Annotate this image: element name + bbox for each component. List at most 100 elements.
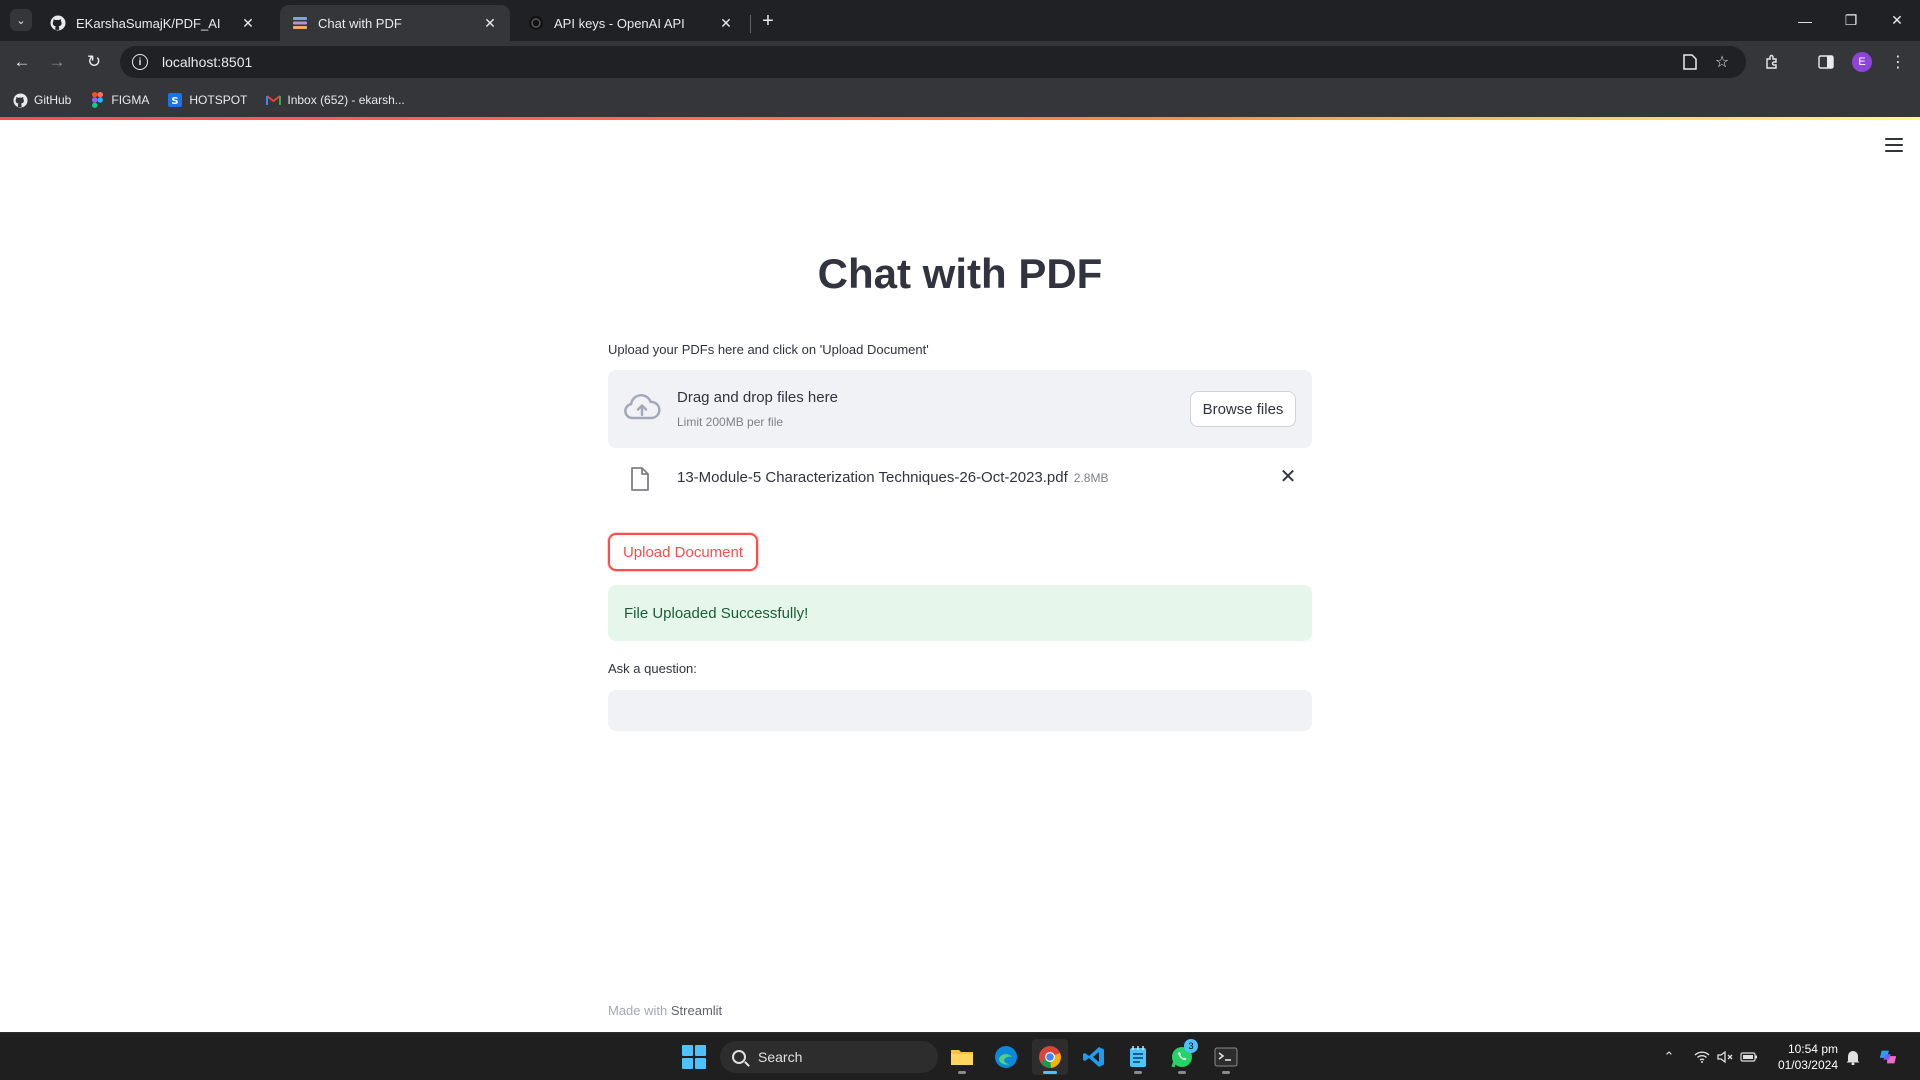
tab-title: API keys - OpenAI API bbox=[554, 15, 685, 31]
info-icon[interactable]: i bbox=[132, 54, 148, 70]
uploaded-file-row: 13-Module-5 Characterization Techniques-… bbox=[608, 458, 1312, 498]
github-icon bbox=[50, 15, 66, 31]
close-icon[interactable]: ✕ bbox=[718, 15, 734, 31]
browse-files-button[interactable]: Browse files bbox=[1190, 391, 1296, 427]
running-indicator bbox=[1222, 1071, 1230, 1074]
bookmark-label: HOTSPOT bbox=[189, 93, 248, 107]
minimize-icon: — bbox=[1798, 12, 1812, 29]
reload-button[interactable]: ↻ bbox=[80, 48, 108, 76]
extensions-icon[interactable] bbox=[1760, 50, 1784, 74]
upload-document-button[interactable]: Upload Document bbox=[608, 533, 758, 571]
copilot-icon[interactable] bbox=[1878, 1047, 1898, 1067]
restore-button[interactable]: ❐ bbox=[1828, 0, 1874, 41]
file-uploader-label: Upload your PDFs here and click on 'Uplo… bbox=[608, 342, 929, 357]
taskbar-chrome[interactable] bbox=[1032, 1039, 1068, 1075]
battery-icon[interactable] bbox=[1739, 1047, 1759, 1067]
tab-search-button[interactable]: ⌄ bbox=[10, 9, 32, 31]
footer-prefix: Made with bbox=[608, 1003, 668, 1018]
page-title: Chat with PDF bbox=[817, 250, 1103, 297]
taskbar-search[interactable]: Search bbox=[720, 1041, 938, 1073]
file-name-text: 13-Module-5 Characterization Techniques-… bbox=[677, 469, 1068, 486]
star-icon[interactable]: ☆ bbox=[1710, 50, 1734, 74]
minimize-button[interactable]: — bbox=[1782, 0, 1828, 41]
chevron-down-icon: ⌄ bbox=[16, 14, 26, 27]
svg-text:S: S bbox=[172, 96, 179, 107]
taskbar-file-explorer[interactable] bbox=[944, 1039, 980, 1075]
clock-date: 01/03/2024 bbox=[1777, 1058, 1838, 1072]
back-button[interactable]: ← bbox=[8, 48, 36, 76]
close-icon[interactable]: ✕ bbox=[240, 15, 256, 31]
close-icon: ✕ bbox=[1279, 465, 1297, 488]
footer-brand-link[interactable]: Streamlit bbox=[671, 1003, 722, 1018]
bookmarks-bar: GitHub FIGMA S HOTSPOT Inbox (652) - eka… bbox=[0, 83, 1920, 117]
dropzone-title: Drag and drop files here bbox=[677, 389, 838, 406]
tab-chat-with-pdf[interactable]: Chat with PDF ✕ bbox=[280, 5, 510, 41]
forward-button[interactable]: → bbox=[43, 48, 71, 76]
bookmark-label: GitHub bbox=[34, 93, 72, 107]
arrow-right-icon: → bbox=[48, 52, 66, 71]
hamburger-icon-bar bbox=[1885, 150, 1903, 152]
side-panel-icon[interactable] bbox=[1814, 50, 1838, 74]
profile-avatar[interactable]: E bbox=[1852, 52, 1872, 72]
remove-file-button[interactable]: ✕ bbox=[1276, 464, 1300, 488]
clock-time: 10:54 pm bbox=[1787, 1042, 1838, 1056]
bookmark-figma[interactable]: FIGMA bbox=[89, 92, 149, 108]
streamlit-icon bbox=[292, 15, 308, 31]
taskbar-notepad[interactable] bbox=[1120, 1039, 1156, 1075]
close-icon[interactable]: ✕ bbox=[482, 15, 498, 31]
close-window-button[interactable]: ✕ bbox=[1874, 0, 1920, 41]
more-menu-icon[interactable]: ⋮ bbox=[1886, 50, 1910, 74]
tab-openai[interactable]: API keys - OpenAI API ✕ bbox=[516, 5, 746, 41]
file-icon bbox=[631, 467, 649, 491]
uploaded-file-name: 13-Module-5 Characterization Techniques-… bbox=[677, 469, 1108, 486]
dropzone-limit: Limit 200MB per file bbox=[677, 415, 784, 429]
tab-divider bbox=[750, 15, 751, 33]
notepad-icon bbox=[1130, 1046, 1146, 1067]
bookmark-hotspot[interactable]: S HOTSPOT bbox=[167, 92, 247, 108]
terminal-icon bbox=[1214, 1047, 1238, 1067]
chevron-up-icon[interactable]: ⌃ bbox=[1659, 1047, 1679, 1067]
taskbar-edge[interactable] bbox=[988, 1039, 1024, 1075]
tab-github[interactable]: EKarshaSumajK/PDF_AI ✕ bbox=[38, 5, 268, 41]
browser-tab-strip: ⌄ EKarshaSumajK/PDF_AI ✕ Chat with PDF ✕… bbox=[0, 0, 1920, 41]
success-alert: File Uploaded Successfully! bbox=[608, 585, 1312, 641]
cloud-upload-icon bbox=[624, 394, 661, 420]
windows-logo-tile bbox=[695, 1045, 706, 1056]
tab-title: Chat with PDF bbox=[318, 15, 402, 31]
windows-taskbar: Search 3 ⌃ 10:54 pm 01/03/2024 bbox=[0, 1032, 1920, 1080]
page-info-icon[interactable] bbox=[1678, 50, 1702, 74]
running-indicator bbox=[958, 1071, 966, 1074]
vscode-icon bbox=[1083, 1047, 1104, 1067]
new-tab-button[interactable]: + bbox=[756, 10, 780, 32]
streamlit-header-decoration bbox=[0, 117, 1920, 120]
tab-title: EKarshaSumajK/PDF_AI bbox=[76, 15, 221, 31]
address-bar[interactable]: i localhost:8501 bbox=[120, 46, 1746, 78]
system-clock[interactable]: 10:54 pm 01/03/2024 bbox=[1758, 1041, 1838, 1073]
windows-logo-tile bbox=[682, 1058, 693, 1069]
main-menu-button[interactable] bbox=[1883, 136, 1905, 154]
edge-icon bbox=[995, 1046, 1017, 1068]
volume-muted-icon[interactable] bbox=[1715, 1047, 1735, 1067]
restore-icon: ❐ bbox=[1844, 12, 1858, 28]
bookmark-label: FIGMA bbox=[111, 93, 150, 107]
question-label: Ask a question: bbox=[608, 661, 697, 676]
taskbar-search-label: Search bbox=[758, 1049, 803, 1065]
taskbar-vscode[interactable] bbox=[1076, 1039, 1112, 1075]
taskbar-whatsapp[interactable]: 3 bbox=[1164, 1039, 1200, 1075]
bookmark-label: Inbox (652) - ekarsh... bbox=[287, 93, 405, 107]
bookmark-github[interactable]: GitHub bbox=[12, 92, 71, 108]
start-button[interactable] bbox=[682, 1045, 706, 1069]
github-icon bbox=[12, 92, 28, 108]
windows-logo-tile bbox=[695, 1058, 706, 1069]
notification-badge: 3 bbox=[1184, 1039, 1198, 1053]
question-input[interactable] bbox=[608, 690, 1312, 731]
bell-icon[interactable] bbox=[1843, 1047, 1863, 1067]
figma-icon bbox=[89, 92, 105, 108]
gmail-icon bbox=[265, 92, 281, 108]
bookmark-gmail[interactable]: Inbox (652) - ekarsh... bbox=[265, 92, 405, 108]
taskbar-terminal[interactable] bbox=[1208, 1039, 1244, 1075]
wifi-icon[interactable] bbox=[1692, 1047, 1712, 1067]
windows-logo-tile bbox=[682, 1045, 693, 1056]
file-dropzone[interactable]: Drag and drop files here Limit 200MB per… bbox=[608, 370, 1312, 448]
running-indicator bbox=[1134, 1071, 1142, 1074]
